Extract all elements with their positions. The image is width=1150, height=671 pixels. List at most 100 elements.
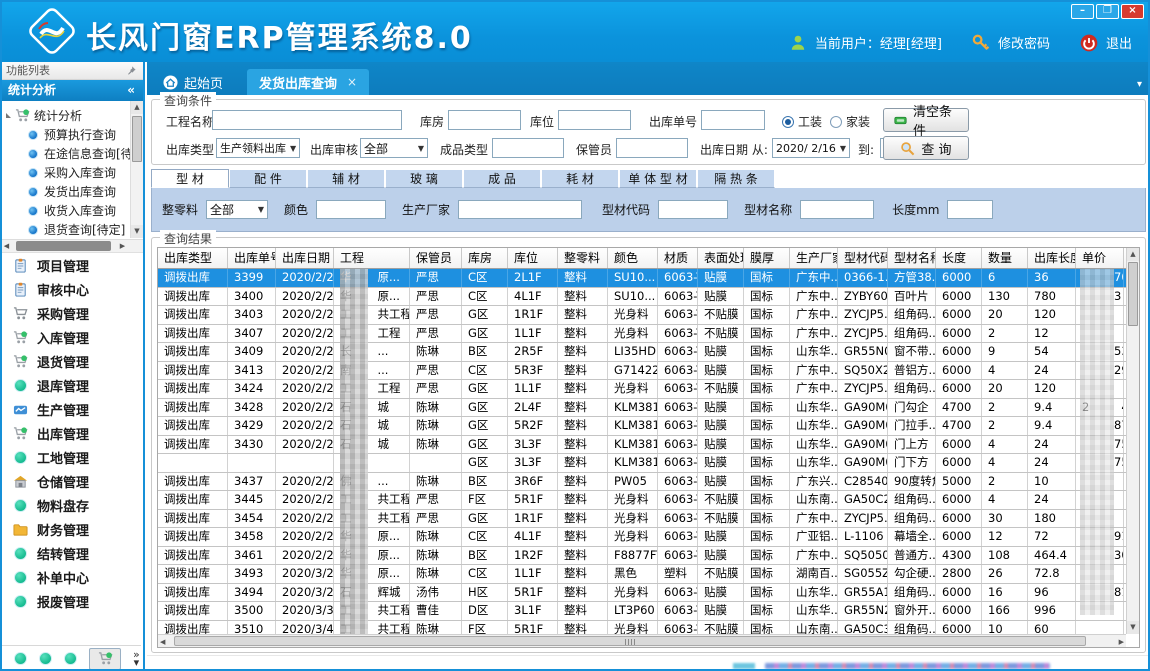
column-header-8[interactable]: 颜色 — [608, 248, 658, 269]
column-header-6[interactable]: 库位 — [508, 248, 558, 269]
table-row[interactable]: 调拨出库34582020/2/28华原...陈琳C区4L1F整料光身料6063-… — [158, 528, 1126, 547]
table-row[interactable]: 调拨出库34032020/2/25工共工程严思G区1R1F整料光身料6063-T… — [158, 306, 1126, 325]
column-header-3[interactable]: 工程 — [334, 248, 410, 269]
material-tab-4[interactable]: 成 品 — [463, 169, 541, 188]
sidebar-item-2[interactable]: 采购管理 — [0, 301, 143, 325]
material-tab-3[interactable]: 玻 璃 — [385, 169, 463, 188]
sidebar-item-11[interactable]: 财务管理 — [0, 517, 143, 541]
sidebar-item-6[interactable]: 生产管理 — [0, 397, 143, 421]
column-header-0[interactable]: 出库类型 — [158, 248, 228, 269]
tree-expander-icon[interactable] — [6, 113, 11, 118]
table-row[interactable]: 调拨出库34092020/2/25长...陈琳B区2R5F整料LI35HD606… — [158, 343, 1126, 362]
table-row[interactable]: G区3L3F整料KLM38176063-T5贴膜国标山东华...GA90M09.… — [158, 454, 1126, 473]
table-row[interactable]: 调拨出库34542020/2/28工共工程严思G区1R1F整料光身料6063-T… — [158, 510, 1126, 529]
tree-horizontal-scrollbar[interactable]: ◀ ▶ — [0, 239, 143, 252]
sidebar-item-0[interactable]: 项目管理 — [0, 253, 143, 277]
toolbar-overflow-button[interactable]: »▾ — [133, 651, 140, 667]
table-row[interactable]: 调拨出库34132020/2/26南...严思C区5R3F整料G71422606… — [158, 362, 1126, 381]
sidebar-item-12[interactable]: 结转管理 — [0, 541, 143, 565]
material-tab-5[interactable]: 耗 材 — [541, 169, 619, 188]
tree-item-5[interactable]: 退货查询[待定] — [6, 220, 141, 239]
table-row[interactable]: 调拨出库33992020/2/25华原...严思C区2L1F整料SU10...6… — [158, 269, 1126, 288]
table-row[interactable]: 调拨出库35002020/3/3工共工程曹佳D区3L1F整料LT3P606063… — [158, 602, 1126, 621]
sidebar-item-10[interactable]: 物料盘存 — [0, 493, 143, 517]
sidebar-item-13[interactable]: 补单中心 — [0, 565, 143, 589]
sidebar-item-14[interactable]: 报废管理 — [0, 589, 143, 613]
logout-link[interactable]: 退出 — [1106, 33, 1132, 52]
keeper-input[interactable] — [616, 138, 688, 158]
tree-vertical-scrollbar[interactable]: ▲ ▼ — [130, 101, 143, 238]
radio-jiazhuang[interactable]: 家装 — [830, 113, 870, 130]
code-input[interactable] — [658, 200, 728, 219]
column-header-18[interactable]: 单价 — [1076, 248, 1124, 269]
tree-item-4[interactable]: 收货入库查询 — [6, 201, 141, 220]
location-input[interactable] — [558, 110, 631, 130]
sidebar-item-7[interactable]: 出库管理 — [0, 421, 143, 445]
tree-item-3[interactable]: 发货出库查询 — [6, 182, 141, 201]
table-row[interactable]: 调拨出库34302020/2/26石城陈琳G区3L3F整料KLM38176063… — [158, 436, 1126, 455]
column-header-11[interactable]: 膜厚 — [744, 248, 790, 269]
circle-icon[interactable] — [14, 652, 27, 665]
material-tab-6[interactable]: 单 体 型 材 — [619, 169, 697, 188]
table-vertical-scrollbar[interactable]: ▲ ▼ — [1126, 248, 1139, 634]
length-input[interactable] — [947, 200, 993, 219]
audit-select[interactable]: 全部▼ — [360, 138, 428, 158]
collapse-icon[interactable]: « — [127, 80, 135, 101]
tree-root[interactable]: 统计分析 — [6, 105, 141, 125]
tree-item-1[interactable]: 在途信息查询[待 — [6, 144, 141, 163]
column-header-7[interactable]: 整零料 — [558, 248, 608, 269]
column-header-17[interactable]: 出库长度 — [1028, 248, 1076, 269]
close-button[interactable]: × — [1121, 4, 1144, 19]
tree-item-2[interactable]: 采购入库查询 — [6, 163, 141, 182]
out-type-select[interactable]: 生产领料出库▼ — [216, 138, 300, 158]
tabbar-overflow-icon[interactable]: ▾ — [1137, 79, 1142, 90]
table-row[interactable]: 调拨出库34932020/3/2华原...陈琳C区1L1F整料黑色塑料不贴膜国标… — [158, 565, 1126, 584]
sidebar-item-8[interactable]: 工地管理 — [0, 445, 143, 469]
column-header-1[interactable]: 出库单号 — [228, 248, 276, 269]
table-horizontal-scrollbar[interactable]: ◀ ▶ — [158, 634, 1126, 647]
tab-close-icon[interactable]: × — [347, 75, 357, 89]
column-header-16[interactable]: 数量 — [982, 248, 1028, 269]
sidebar-item-4[interactable]: 退货管理 — [0, 349, 143, 373]
section-header[interactable]: 统计分析 « — [0, 80, 143, 101]
project-name-input[interactable] — [212, 110, 402, 130]
sidebar-item-3[interactable]: 入库管理 — [0, 325, 143, 349]
column-header-9[interactable]: 材质 — [658, 248, 698, 269]
pin-icon[interactable] — [126, 65, 137, 76]
column-header-10[interactable]: 表面处理 — [698, 248, 744, 269]
sidebar-item-1[interactable]: 审核中心 — [0, 277, 143, 301]
table-row[interactable]: 调拨出库34282020/2/26石城陈琳G区2L4F整料KLM38176063… — [158, 399, 1126, 418]
table-row[interactable]: 调拨出库34372020/2/27佛...陈琳B区3R6F整料PW056063-… — [158, 473, 1126, 492]
column-header-5[interactable]: 库房 — [462, 248, 508, 269]
column-header-2[interactable]: 出库日期 — [276, 248, 334, 269]
material-tab-0[interactable]: 型 材 — [151, 169, 229, 188]
change-password-link[interactable]: 修改密码 — [998, 33, 1050, 52]
table-row[interactable]: 调拨出库34002020/2/25华原...严思C区4L1F整料SU10...6… — [158, 288, 1126, 307]
table-row[interactable]: 调拨出库34612020/2/28华原...陈琳B区1R2F整料F8877FT6… — [158, 547, 1126, 566]
column-header-4[interactable]: 保管员 — [410, 248, 462, 269]
table-row[interactable]: 调拨出库34452020/2/27工共工程严思F区5R1F整料光身料6063-T… — [158, 491, 1126, 510]
table-row[interactable]: 调拨出库35102020/3/4工共工程陈琳F区5R1F整料光身料6063-T5… — [158, 621, 1126, 635]
material-tab-2[interactable]: 辅 材 — [307, 169, 385, 188]
circle-icon[interactable] — [64, 652, 77, 665]
circle-icon[interactable] — [39, 652, 52, 665]
warehouse-input[interactable] — [448, 110, 521, 130]
column-header-13[interactable]: 型材代码 — [838, 248, 888, 269]
name-input[interactable] — [800, 200, 874, 219]
tree-item-0[interactable]: 预算执行查询 — [6, 125, 141, 144]
sidebar-item-9[interactable]: 仓储管理 — [0, 469, 143, 493]
cart-toolbar-button[interactable] — [89, 648, 121, 670]
order-no-input[interactable] — [701, 110, 765, 130]
tab-shipping-query[interactable]: 发货出库查询 × — [247, 69, 369, 95]
whole-select[interactable]: 全部▼ — [206, 200, 268, 219]
radio-gongzhuang[interactable]: 工装 — [782, 113, 822, 130]
clear-conditions-button[interactable]: 清空条件 — [883, 108, 969, 132]
table-row[interactable]: 调拨出库34292020/2/26石城陈琳G区5R2F整料KLM38176063… — [158, 417, 1126, 436]
maximize-button[interactable]: ❐ — [1096, 4, 1119, 19]
color-input[interactable] — [316, 200, 386, 219]
table-row[interactable]: 调拨出库34942020/3/2石辉城汤伟H区5R1F整料光身料6063-T5贴… — [158, 584, 1126, 603]
column-header-14[interactable]: 型材名称 — [888, 248, 936, 269]
material-tab-7[interactable]: 隔 热 条 — [697, 169, 775, 188]
table-row[interactable]: 调拨出库34242020/2/26工工程严思G区1L1F整料光身料6063-T5… — [158, 380, 1126, 399]
maker-input[interactable] — [458, 200, 582, 219]
